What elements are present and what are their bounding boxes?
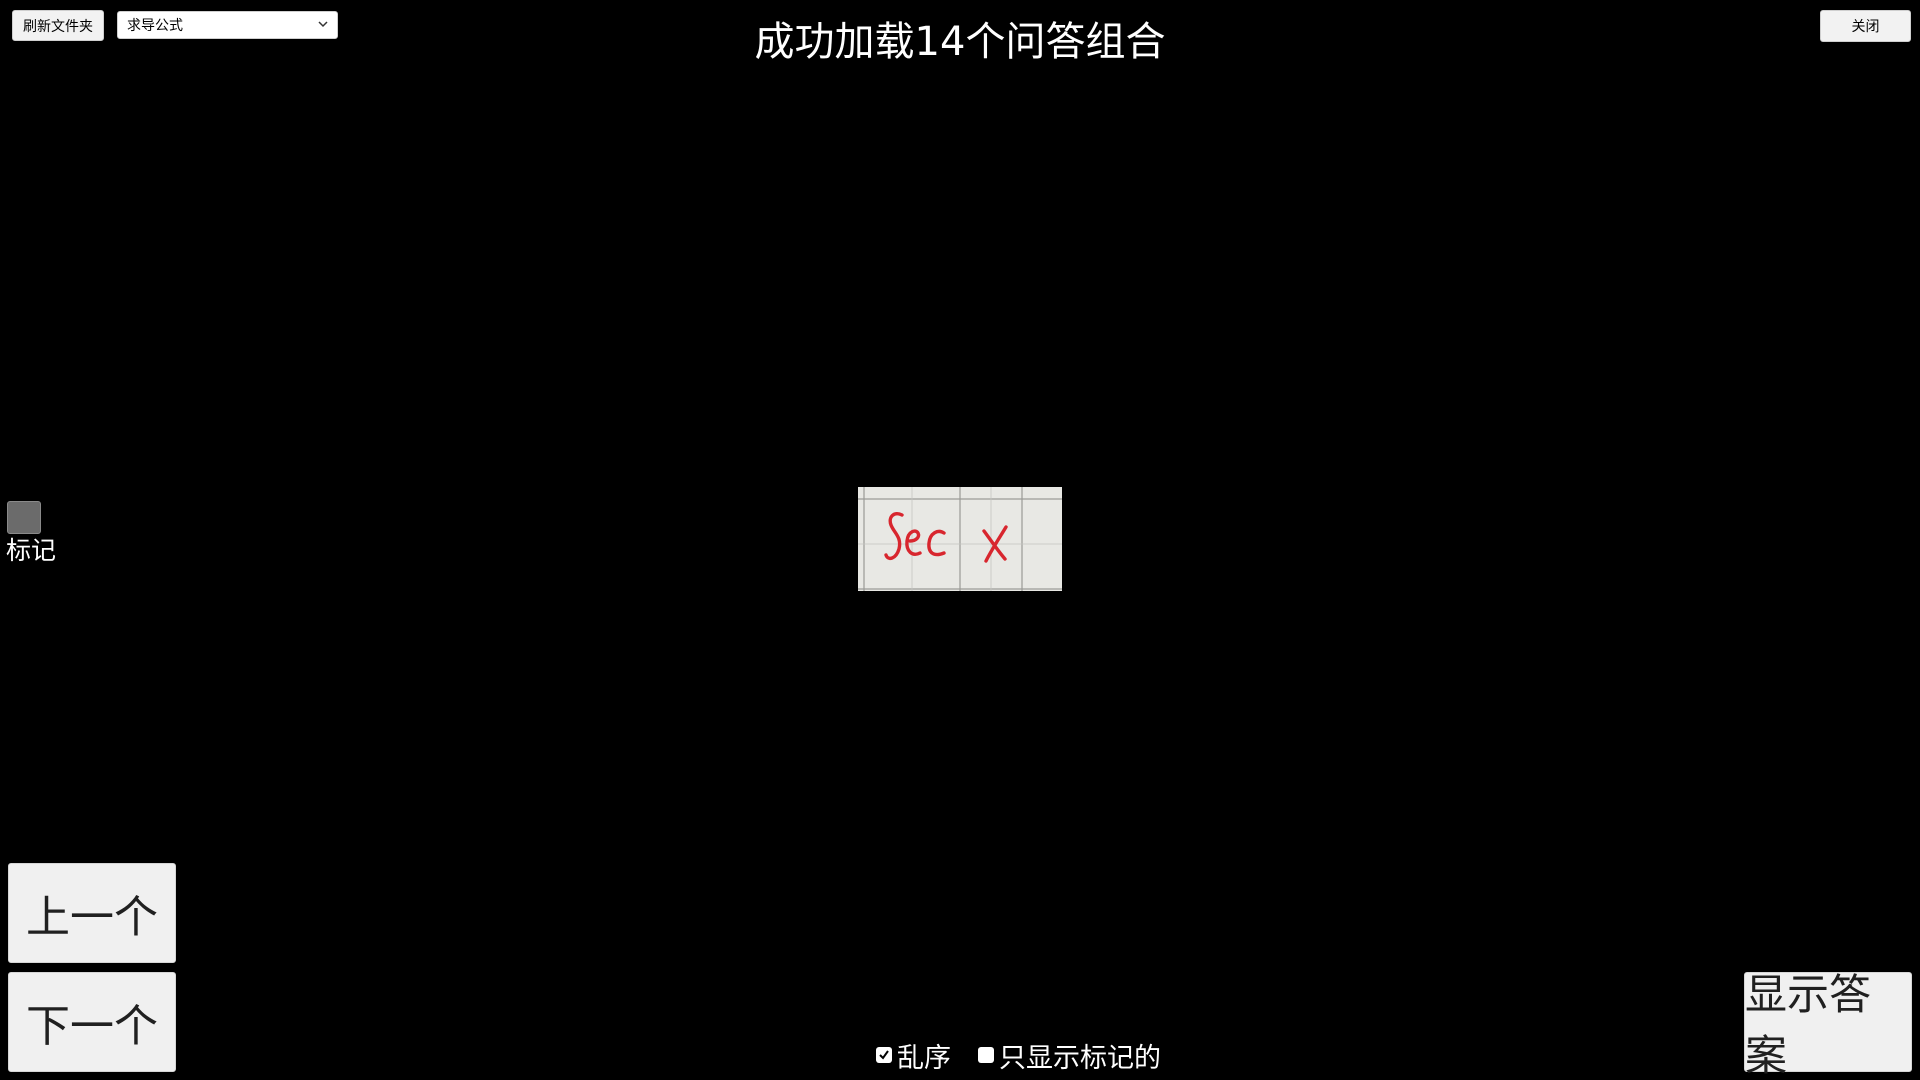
shuffle-option[interactable]: 乱序 [876,1037,951,1074]
next-label: 下一个 [26,1001,158,1052]
close-button[interactable]: 关闭 [1820,10,1911,42]
mark-label: 标记 [6,536,57,565]
category-select[interactable]: 求导公式 [117,11,338,39]
refresh-folder-label: 刷新文件夹 [23,18,93,35]
checkmark-icon [879,1050,889,1060]
only-marked-checkbox[interactable] [978,1047,994,1063]
category-selected-value: 求导公式 [127,18,183,34]
mark-checkbox[interactable] [7,501,41,534]
next-button[interactable]: 下一个 [8,972,176,1072]
handwritten-question [858,487,1062,591]
shuffle-checkbox[interactable] [876,1047,892,1063]
page-title: 成功加载14个问答组合 [754,19,1166,65]
chevron-down-icon [318,21,328,28]
show-answer-button[interactable]: 显示答案 [1744,970,1912,1080]
refresh-folder-button[interactable]: 刷新文件夹 [12,10,104,41]
question-card-image [858,487,1062,591]
only-marked-option[interactable]: 只显示标记的 [978,1037,1161,1074]
previous-label: 上一个 [26,892,158,943]
flashcard-app: 刷新文件夹 求导公式 成功加载14个问答组合 关闭 标记 上一个 下一个 乱序 … [0,0,1920,1080]
previous-button[interactable]: 上一个 [8,863,176,963]
only-marked-label: 只显示标记的 [999,1042,1161,1074]
close-label: 关闭 [1851,19,1880,35]
shuffle-label: 乱序 [897,1042,951,1074]
show-answer-label: 显示答案 [1745,970,1872,1080]
